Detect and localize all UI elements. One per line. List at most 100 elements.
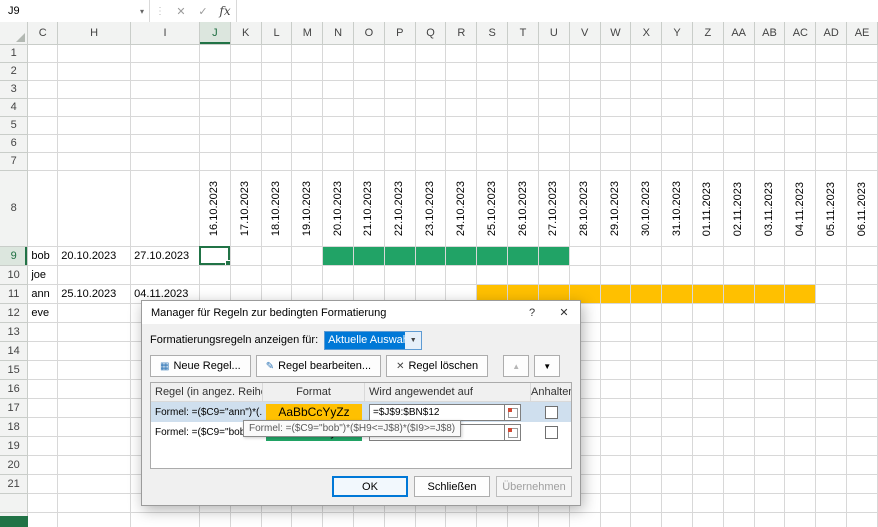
cell-M5[interactable] [291, 116, 324, 135]
cell-S6[interactable] [476, 134, 509, 153]
cell-AA21[interactable] [723, 474, 755, 494]
cell-T3[interactable] [507, 80, 539, 99]
cell-X4[interactable] [630, 98, 663, 117]
cell-W4[interactable] [600, 98, 632, 117]
cell-L5[interactable] [261, 116, 293, 135]
cell-J4[interactable] [199, 98, 231, 117]
cell-L3[interactable] [261, 80, 293, 99]
cell-AC11[interactable] [784, 284, 817, 304]
cell-AA11[interactable] [723, 284, 755, 304]
cell-H23[interactable] [57, 512, 132, 527]
cell-AC13[interactable] [784, 322, 817, 342]
cell-AB10[interactable] [754, 265, 786, 285]
cell-AC1[interactable] [784, 44, 817, 63]
cell-C8[interactable] [27, 170, 59, 247]
cell-S4[interactable] [476, 98, 509, 117]
cell-H5[interactable] [57, 116, 132, 135]
cell-R1[interactable] [445, 44, 478, 63]
cell-AD21[interactable] [815, 474, 848, 494]
row-header-1[interactable]: 1 [0, 44, 29, 63]
row-header-21[interactable]: 21 [0, 474, 29, 494]
cell-AA9[interactable] [723, 246, 755, 266]
cell-X20[interactable] [630, 455, 663, 475]
col-header-C[interactable]: C [27, 22, 59, 45]
cell-S23[interactable] [476, 512, 509, 527]
cell-C20[interactable] [27, 455, 59, 475]
cell-H12[interactable] [57, 303, 132, 323]
cell-H1[interactable] [57, 44, 132, 63]
rule-row-ann[interactable]: Formel: =($C9="ann")*(... AaBbCcYyZz =$J… [151, 402, 571, 422]
cell-C9[interactable]: bob [27, 246, 59, 266]
cell-P23[interactable] [384, 512, 416, 527]
cell-AA13[interactable] [723, 322, 755, 342]
cell-C13[interactable] [27, 322, 59, 342]
col-header-H[interactable]: H [57, 22, 132, 45]
scope-dropdown[interactable]: Aktuelle Auswahl ▼ [324, 330, 423, 350]
cell-M23[interactable] [291, 512, 324, 527]
cell-Y9[interactable] [661, 246, 693, 266]
cell-R10[interactable] [445, 265, 478, 285]
cell-Y8[interactable]: 31.10.2023 [661, 170, 693, 247]
cell-Q5[interactable] [415, 116, 447, 135]
cell-X2[interactable] [630, 62, 663, 81]
cell-S9[interactable] [476, 246, 509, 266]
row-header-13[interactable]: 13 [0, 322, 29, 342]
cell-U9[interactable] [538, 246, 570, 266]
cell-L4[interactable] [261, 98, 293, 117]
cell-U1[interactable] [538, 44, 570, 63]
cell-C23[interactable] [27, 512, 59, 527]
row-header-17[interactable]: 17 [0, 398, 29, 418]
cell-O8[interactable]: 21.10.2023 [353, 170, 385, 247]
cell-Y1[interactable] [661, 44, 693, 63]
cancel-icon[interactable]: ✕ [170, 5, 192, 18]
cell-O3[interactable] [353, 80, 385, 99]
cell-O1[interactable] [353, 44, 385, 63]
cell-Z6[interactable] [692, 134, 724, 153]
cell-AD16[interactable] [815, 379, 848, 399]
cell-H18[interactable] [57, 417, 132, 437]
cell-Y11[interactable] [661, 284, 693, 304]
cell-Z14[interactable] [692, 341, 724, 361]
cell-H19[interactable] [57, 436, 132, 456]
cell-AC2[interactable] [784, 62, 817, 81]
cell-AE6[interactable] [846, 134, 878, 153]
cell-C16[interactable] [27, 379, 59, 399]
cell-N7[interactable] [322, 152, 355, 171]
cell-T23[interactable] [507, 512, 539, 527]
col-header-R[interactable]: R [445, 22, 478, 45]
cell-C4[interactable] [27, 98, 59, 117]
cell-O7[interactable] [353, 152, 385, 171]
cell-W3[interactable] [600, 80, 632, 99]
cell-AA14[interactable] [723, 341, 755, 361]
cell-Q2[interactable] [415, 62, 447, 81]
cell-C1[interactable] [27, 44, 59, 63]
cell-Y22[interactable] [661, 493, 693, 513]
cell-AB8[interactable]: 03.11.2023 [754, 170, 786, 247]
cell-AA3[interactable] [723, 80, 755, 99]
cell-X1[interactable] [630, 44, 663, 63]
cell-C12[interactable]: eve [27, 303, 59, 323]
cell-C11[interactable]: ann [27, 284, 59, 304]
cell-X19[interactable] [630, 436, 663, 456]
cell-Y14[interactable] [661, 341, 693, 361]
cell-P6[interactable] [384, 134, 416, 153]
cell-AC22[interactable] [784, 493, 817, 513]
cell-J9[interactable] [199, 246, 231, 266]
cell-Y15[interactable] [661, 360, 693, 380]
cell-J5[interactable] [199, 116, 231, 135]
cell-AB12[interactable] [754, 303, 786, 323]
cell-AE9[interactable] [846, 246, 878, 266]
cell-C18[interactable] [27, 417, 59, 437]
cell-R5[interactable] [445, 116, 478, 135]
cell-Z5[interactable] [692, 116, 724, 135]
cell-U7[interactable] [538, 152, 570, 171]
cell-V7[interactable] [569, 152, 601, 171]
cell-M4[interactable] [291, 98, 324, 117]
cell-AC5[interactable] [784, 116, 817, 135]
cell-I4[interactable] [130, 98, 200, 117]
cell-C6[interactable] [27, 134, 59, 153]
cell-Q1[interactable] [415, 44, 447, 63]
cell-X16[interactable] [630, 379, 663, 399]
cell-Z1[interactable] [692, 44, 724, 63]
cell-H21[interactable] [57, 474, 132, 494]
